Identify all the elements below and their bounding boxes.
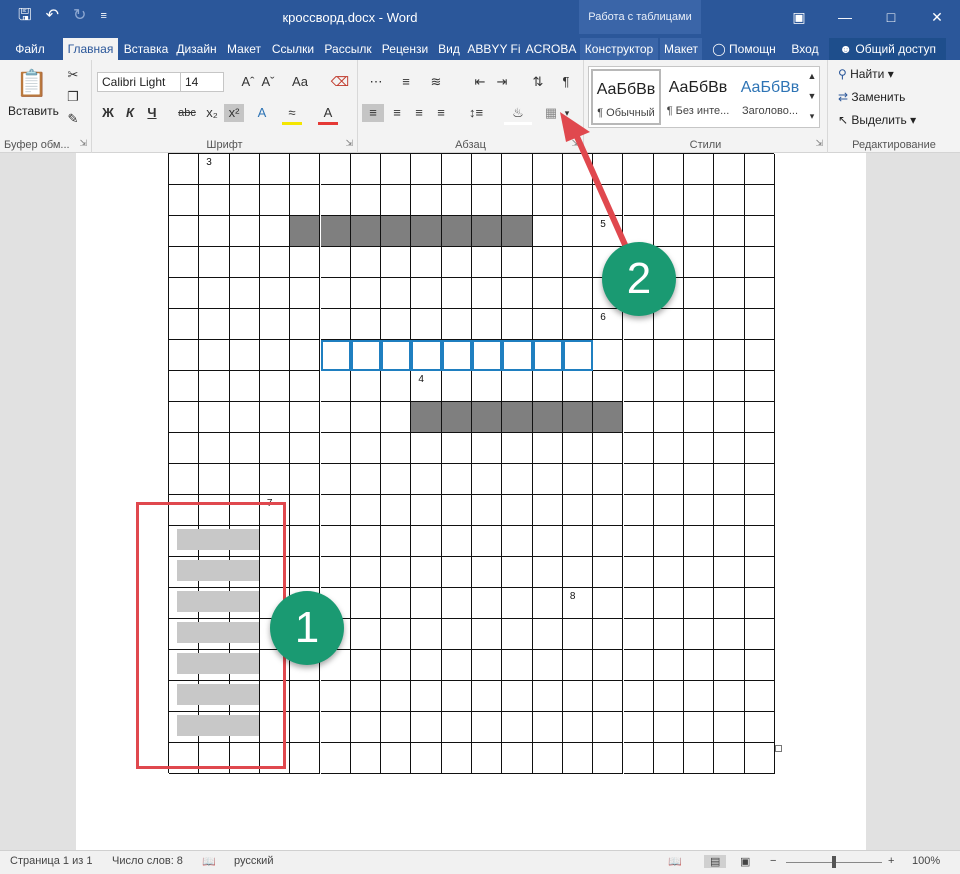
table-cell[interactable] (320, 340, 351, 371)
word-count[interactable]: Число слов: 8 (112, 855, 183, 867)
read-mode-icon[interactable]: 📖 (668, 855, 682, 868)
language-indicator[interactable]: русский (234, 855, 273, 867)
zoom-level[interactable]: 100% (912, 855, 940, 867)
table-cell[interactable] (562, 340, 594, 371)
web-layout-icon[interactable]: ▣ (740, 855, 750, 868)
table-cell[interactable] (350, 340, 382, 371)
zoom-slider-thumb[interactable] (832, 856, 836, 868)
table-cell[interactable] (381, 340, 412, 371)
step-badge-2: 2 (602, 242, 676, 316)
table-cell[interactable] (472, 340, 503, 371)
step-badge-1: 1 (270, 591, 344, 665)
table-cell[interactable] (502, 340, 533, 371)
arrow-head (560, 112, 590, 142)
arrow-annotation (560, 112, 633, 259)
table-cell[interactable] (411, 340, 442, 371)
zoom-out-icon[interactable]: − (770, 855, 776, 867)
arrow-line (571, 127, 633, 259)
zoom-in-icon[interactable]: + (888, 855, 894, 867)
page-count[interactable]: Страница 1 из 1 (10, 855, 92, 867)
status-bar: Страница 1 из 1 Число слов: 8 📖 русский … (0, 850, 960, 874)
table-cell[interactable] (441, 340, 472, 371)
table-cell[interactable] (532, 340, 563, 371)
proofing-icon[interactable]: 📖 (202, 855, 216, 868)
print-layout-icon[interactable]: ▤ (704, 855, 727, 868)
